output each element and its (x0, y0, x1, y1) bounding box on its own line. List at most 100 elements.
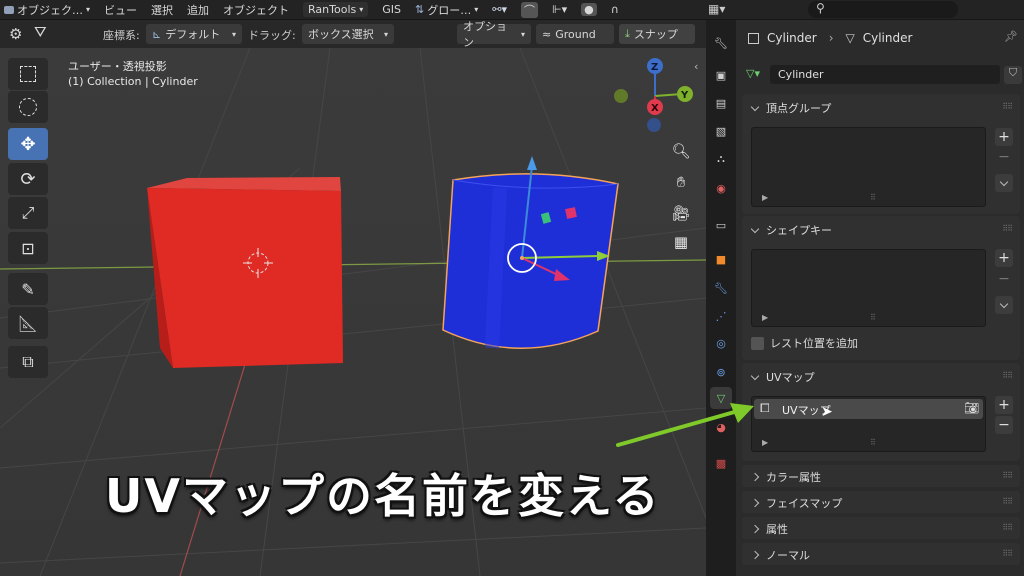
mesh-name-field[interactable]: Cylinder (770, 65, 1000, 84)
uv-map-item[interactable]: ⧠ UVマップ 📷︎ (754, 399, 983, 419)
scale-icon[interactable]: ⤢ (8, 197, 48, 229)
filter-icon[interactable]: ⛛ (34, 23, 47, 41)
menu-add[interactable]: 追加 (187, 2, 209, 18)
transform-icon[interactable]: ⊡ (8, 232, 48, 264)
drag-grip-icon[interactable]: ⠿⠿ (1002, 471, 1013, 480)
add-uv-map-button[interactable]: + (995, 396, 1013, 414)
drag-grip-icon[interactable]: ⠿⠿ (1002, 497, 1013, 506)
color-attributes-title: カラー属性 (766, 471, 821, 484)
output-tab-icon[interactable]: ▤ (710, 92, 732, 114)
object-square-icon (748, 32, 759, 44)
zoom-icon[interactable]: 🔍︎ (667, 138, 695, 164)
remove-uv-map-button[interactable]: − (995, 416, 1013, 434)
expand-triangle-icon[interactable]: ▶ (762, 313, 768, 322)
attributes-title: 属性 (766, 523, 788, 536)
annotate-icon[interactable]: ✎ (8, 273, 48, 305)
gizmo-z-label: Z (651, 62, 658, 73)
mode-selector[interactable]: オブジェク… ▾ (4, 2, 90, 18)
scene-tab-icon[interactable]: ⛬ (710, 148, 732, 170)
falloff-icon[interactable]: ∩ (611, 3, 619, 16)
shape-keys-list[interactable]: ▶ ⠿ (751, 249, 986, 327)
select-box-icon[interactable] (8, 58, 48, 90)
drag-grip-icon[interactable]: ⠿⠿ (1002, 102, 1013, 111)
drag-label: ドラッグ: (248, 29, 296, 42)
resize-grip-icon[interactable]: ⠿ (870, 313, 876, 322)
vertex-group-specials-button[interactable] (995, 174, 1013, 192)
collection-tab-icon[interactable]: ▭ (710, 214, 732, 236)
particles-tab-icon[interactable]: ⋰ (710, 305, 732, 327)
color-attributes-panel[interactable]: カラー属性 ⠿⠿ (742, 465, 1020, 487)
expand-triangle-icon[interactable]: ▶ (762, 193, 768, 202)
properties-search[interactable]: ⚲ (808, 1, 958, 18)
breadcrumb-mesh: Cylinder (862, 31, 913, 45)
drag-grip-icon[interactable]: ⠿⠿ (1002, 549, 1013, 558)
add-shape-key-button[interactable]: + (995, 249, 1013, 267)
modifier-tab-icon[interactable]: 🔧︎ (710, 277, 732, 299)
uv-maps-header[interactable]: UVマップ (750, 369, 815, 385)
rotate-icon[interactable]: ⟳ (8, 163, 48, 195)
mesh-name-value: Cylinder (778, 68, 824, 81)
menu-select[interactable]: 選択 (151, 2, 173, 18)
add-cube-icon[interactable]: ⧉ (8, 346, 48, 378)
cursor-icon[interactable] (8, 91, 48, 123)
gear-icon[interactable]: ⚙ (9, 25, 22, 43)
drag-grip-icon[interactable]: ⠿⠿ (1002, 523, 1013, 532)
snap-button[interactable]: ⤓ スナップ (619, 24, 695, 44)
constraints-tab-icon[interactable]: ⊚ (710, 361, 732, 383)
red-cube[interactable] (147, 177, 343, 368)
drag-grip-icon[interactable]: ⠿⠿ (1002, 224, 1013, 233)
texture-tab-icon[interactable]: ▩ (710, 452, 732, 474)
vertex-groups-list[interactable]: ▶ ⠿ (751, 127, 986, 207)
rantools-menu[interactable]: RanTools ▾ (303, 2, 369, 17)
expand-triangle-icon[interactable]: ▶ (762, 438, 768, 447)
drag-value: ボックス選択 (308, 28, 374, 41)
remove-shape-key-button[interactable]: − (995, 270, 1013, 288)
shape-keys-header[interactable]: シェイプキー (750, 222, 832, 238)
resize-grip-icon[interactable]: ⠿ (870, 438, 876, 447)
pivot-icon[interactable]: ⚯▾ (492, 3, 507, 16)
ortho-grid-icon[interactable]: ▦ (667, 229, 695, 255)
snap-increment-icon[interactable]: ⊩▾ (552, 3, 567, 16)
mouse-pointer-icon: ➤ (821, 404, 833, 420)
menu-object[interactable]: オブジェクト (223, 2, 289, 18)
fake-user-shield-icon[interactable]: ⛉ (1004, 66, 1022, 84)
move-icon[interactable]: ✥ (8, 128, 48, 160)
vertex-groups-header[interactable]: 頂点グループ (750, 100, 831, 116)
camera-view-icon[interactable]: 🎥︎ (667, 200, 695, 226)
uv-maps-list[interactable]: ⧠ UVマップ 📷︎ ▶ ⠿ (751, 396, 986, 452)
collapse-arrow-icon[interactable]: ‹ (694, 60, 698, 73)
attributes-panel[interactable]: 属性 ⠿⠿ (742, 517, 1020, 539)
hand-pan-icon[interactable]: ✋︎ (667, 169, 695, 195)
camera-icon[interactable]: 📷︎ (964, 401, 979, 415)
menu-view[interactable]: ビュー (104, 2, 137, 18)
physics-tab-icon[interactable]: ◎ (710, 332, 732, 354)
remove-vertex-group-button[interactable]: − (995, 148, 1013, 166)
editor-type-icon[interactable]: ▦▾ (708, 2, 725, 16)
measure-icon[interactable]: 📐︎ (8, 307, 48, 339)
breadcrumb: Cylinder › ▽ Cylinder (748, 31, 912, 45)
pin-icon[interactable]: 📌︎ (1004, 30, 1018, 43)
view-layer-tab-icon[interactable]: ▧ (710, 120, 732, 142)
axis-icon: ⊾ (152, 27, 162, 41)
world-tab-icon[interactable]: ◉ (710, 177, 732, 199)
ground-button[interactable]: ≈ Ground (536, 24, 614, 44)
snap-toggle-icon[interactable]: ⌒ (521, 1, 538, 18)
shape-key-specials-button[interactable] (995, 296, 1013, 314)
normals-panel[interactable]: ノーマル ⠿⠿ (742, 543, 1020, 565)
drag-dropdown[interactable]: ボックス選択 ▾ (302, 24, 394, 44)
object-tab-icon[interactable]: ■ (710, 248, 732, 270)
caption-overlay: UVマップの名前を変える (105, 469, 661, 523)
tool-tab-icon[interactable]: 🔧︎ (710, 32, 732, 54)
proportional-edit-icon[interactable]: ● (581, 3, 597, 16)
drag-grip-icon[interactable]: ⠿⠿ (1002, 371, 1013, 380)
orientation-selector[interactable]: ⇅ グロー… ▾ (415, 2, 478, 18)
rest-position-row[interactable]: レスト位置を追加 (751, 335, 858, 351)
face-maps-panel[interactable]: フェイスマップ ⠿⠿ (742, 491, 1020, 513)
menu-gis[interactable]: GIS (382, 3, 401, 16)
add-vertex-group-button[interactable]: + (995, 128, 1013, 146)
resize-grip-icon[interactable]: ⠿ (870, 193, 876, 202)
coord-dropdown[interactable]: ⊾ デフォルト ▾ (146, 24, 242, 44)
rest-position-checkbox[interactable] (751, 336, 764, 350)
options-dropdown[interactable]: オプション ▾ (457, 20, 531, 49)
render-tab-icon[interactable]: ▣ (710, 64, 732, 86)
